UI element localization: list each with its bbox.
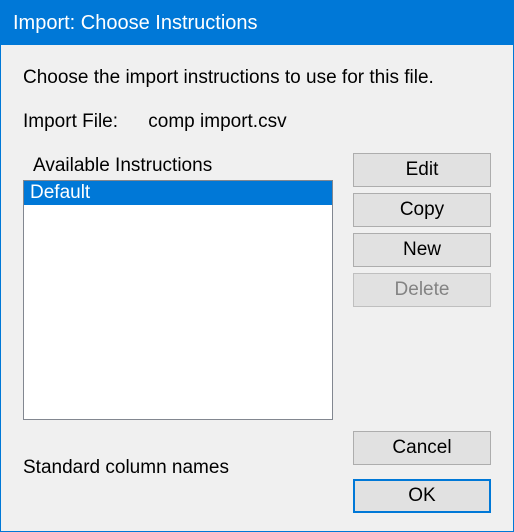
bottom-buttons: Cancel OK (353, 431, 491, 513)
copy-button[interactable]: Copy (353, 193, 491, 227)
new-button[interactable]: New (353, 233, 491, 267)
list-item[interactable]: Default (24, 181, 332, 205)
button-column: Edit Copy New Delete (353, 153, 491, 420)
import-file-row: Import File: comp import.csv (23, 111, 491, 133)
edit-button[interactable]: Edit (353, 153, 491, 187)
import-file-label: Import File: (23, 111, 143, 133)
window-title: Import: Choose Instructions (13, 12, 258, 35)
instructions-listbox[interactable]: Default (23, 180, 333, 420)
instructions-list-header[interactable]: Available Instructions (23, 153, 271, 180)
dialog-content: Choose the import instructions to use fo… (1, 45, 513, 531)
dialog-window: Import: Choose Instructions Choose the i… (0, 0, 514, 532)
titlebar[interactable]: Import: Choose Instructions (1, 1, 513, 45)
instructions-list-area: Available Instructions Default (23, 153, 333, 420)
ok-button[interactable]: OK (353, 479, 491, 513)
instruction-text: Choose the import instructions to use fo… (23, 67, 491, 89)
main-row: Available Instructions Default Edit Copy… (23, 153, 491, 420)
delete-button: Delete (353, 273, 491, 307)
import-file-name: comp import.csv (148, 111, 286, 132)
status-text: Standard column names (23, 457, 229, 479)
cancel-button[interactable]: Cancel (353, 431, 491, 465)
